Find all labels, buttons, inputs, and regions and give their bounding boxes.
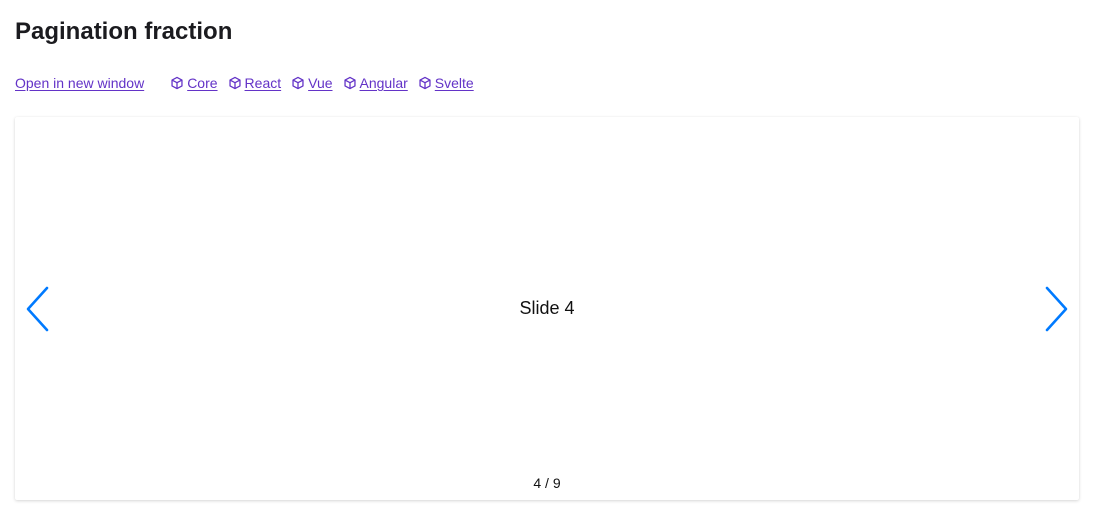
prev-slide-button[interactable] xyxy=(23,285,53,333)
cube-icon xyxy=(171,76,183,90)
pagination-total: 9 xyxy=(552,475,561,491)
slider-demo-frame[interactable]: Slide 4 4 / 9 xyxy=(15,117,1079,500)
pagination-fraction: 4 / 9 xyxy=(15,475,1079,491)
pagination-current: 4 xyxy=(533,475,542,491)
next-slide-button[interactable] xyxy=(1041,285,1071,333)
cube-icon xyxy=(419,76,431,90)
cube-icon xyxy=(292,76,304,90)
pagination-separator: / xyxy=(541,475,553,491)
vue-link[interactable]: Vue xyxy=(291,75,333,91)
chevron-right-icon xyxy=(1045,286,1068,332)
cube-icon xyxy=(228,76,241,90)
page-title: Pagination fraction xyxy=(15,18,233,45)
core-link-label: Core xyxy=(187,75,218,91)
demo-links: Open in new window Core React Vue Angula… xyxy=(15,74,484,92)
core-link[interactable]: Core xyxy=(170,75,218,91)
chevron-left-icon xyxy=(26,286,49,332)
slide-label: Slide 4 xyxy=(519,298,575,318)
cube-icon xyxy=(343,76,356,90)
svelte-link-label: Svelte xyxy=(434,75,474,91)
svelte-link[interactable]: Svelte xyxy=(418,75,474,91)
angular-link[interactable]: Angular xyxy=(343,75,408,91)
open-in-new-window-link[interactable]: Open in new window xyxy=(15,75,144,91)
vue-link-label: Vue xyxy=(308,75,333,91)
react-link-label: React xyxy=(244,75,282,91)
react-link[interactable]: React xyxy=(228,75,282,91)
angular-link-label: Angular xyxy=(359,75,408,91)
